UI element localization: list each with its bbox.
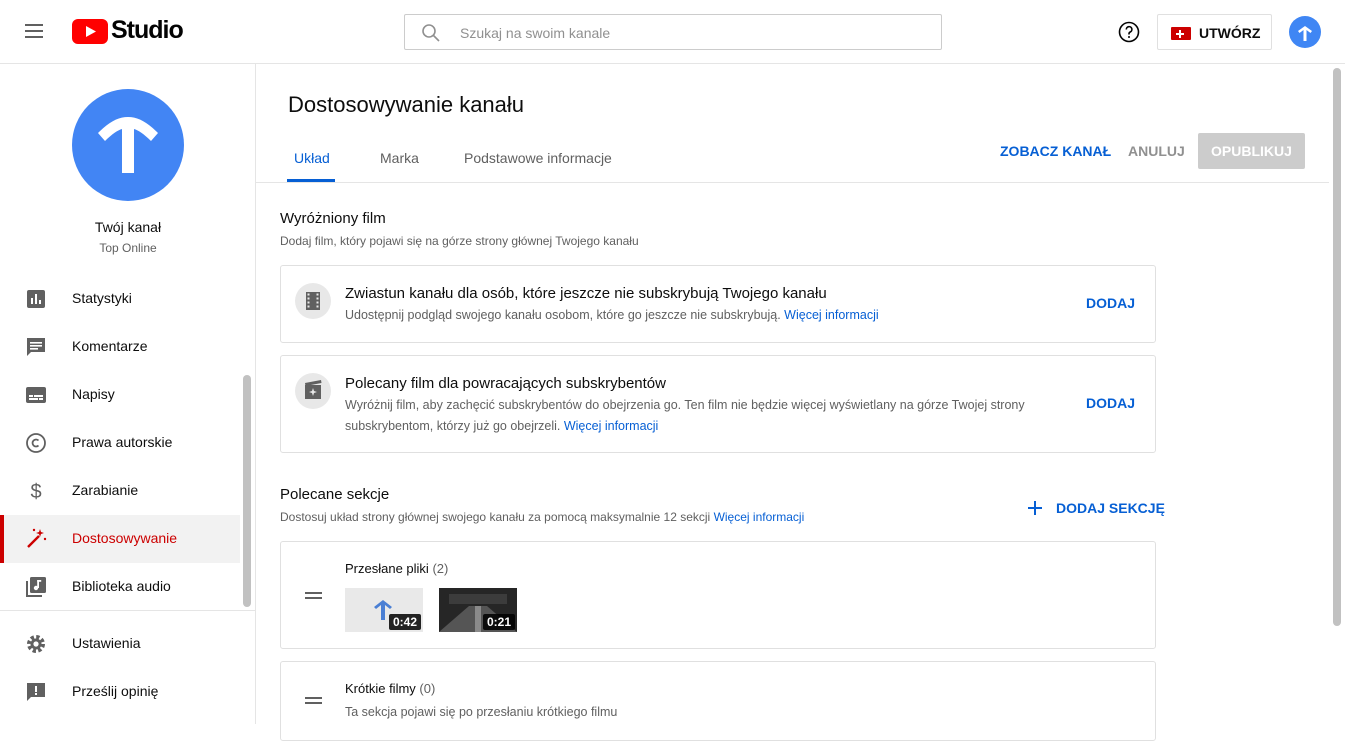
- add-section-label: DODAJ SEKCJĘ: [1056, 500, 1165, 516]
- featured-video-desc-line2-wrap: subskrybentom, którzy już go obejrzeli. …: [345, 416, 1025, 437]
- sidebar-item-label: Napisy: [72, 386, 115, 402]
- section-card-shorts: Krótkie filmy (0) Ta sekcja pojawi się p…: [280, 661, 1156, 741]
- featured-video-card: Polecany film dla powracających subskryb…: [280, 355, 1156, 453]
- create-video-icon: [1171, 27, 1191, 40]
- sidebar-item-dostosowywanie[interactable]: Dostosowywanie: [0, 515, 240, 563]
- sidebar-item-label: Statystyki: [72, 290, 132, 306]
- page-title: Dostosowywanie kanału: [288, 92, 525, 117]
- search-icon: [422, 24, 440, 42]
- sidebar-item-biblioteka-audio[interactable]: Biblioteka audio: [0, 563, 240, 611]
- featured-sections-title: Polecane sekcje: [280, 486, 390, 503]
- tab-podstawowe-informacje[interactable]: Podstawowe informacje: [464, 150, 612, 166]
- subtitles-icon: [26, 387, 46, 403]
- featured-video-icon: [295, 373, 331, 409]
- trailer-learn-more-link[interactable]: Więcej informacji: [784, 308, 878, 322]
- youtube-logo-icon[interactable]: [72, 19, 108, 44]
- sidebar-item-prawa-autorskie[interactable]: Prawa autorskie: [0, 419, 240, 467]
- drag-handle-icon[interactable]: [305, 592, 322, 599]
- section-uploads-count: (2): [432, 561, 449, 576]
- sidebar-divider: [0, 610, 256, 611]
- featured-video-add-button[interactable]: DODAJ: [1086, 395, 1135, 411]
- bar-chart-icon: [27, 290, 45, 308]
- copyright-icon: [26, 433, 46, 453]
- top-header: Studio UTWÓRZ: [0, 0, 1345, 64]
- create-button[interactable]: UTWÓRZ: [1157, 14, 1272, 50]
- sidebar-item-label: Ustawienia: [72, 635, 141, 651]
- channel-trailer-card: Zwiastun kanału dla osób, które jeszcze …: [280, 265, 1156, 343]
- featured-video-title-text: Polecany film dla powracających subskryb…: [345, 375, 666, 392]
- sidebar-item-label: Dostosowywanie: [72, 530, 178, 546]
- section-shorts-note: Ta sekcja pojawi się po przesłaniu krótk…: [345, 705, 618, 719]
- help-icon[interactable]: [1117, 20, 1141, 44]
- section-shorts-name: Krótkie filmy: [345, 681, 416, 696]
- audio-library-icon: [26, 577, 46, 597]
- sidebar-item-zarabianie[interactable]: $ Zarabianie: [0, 467, 240, 515]
- channel-logo-icon: [98, 117, 158, 173]
- featured-video-desc-text: Wyróżnij film, aby zachęcić subskrybentó…: [345, 395, 1025, 437]
- sidebar-item-komentarze[interactable]: Komentarze: [0, 323, 240, 371]
- account-avatar[interactable]: [1289, 16, 1321, 48]
- sidebar-item-label: Zarabianie: [72, 482, 139, 498]
- drag-handle-icon[interactable]: [305, 697, 322, 704]
- tab-uklad[interactable]: Układ: [294, 150, 330, 166]
- channel-subtitle: Top Online: [99, 241, 157, 255]
- create-button-label: UTWÓRZ: [1199, 25, 1261, 41]
- sidebar-scrollbar[interactable]: [243, 375, 251, 607]
- sidebar-item-label: Prawa autorskie: [72, 434, 173, 450]
- svg-text:$: $: [30, 481, 41, 503]
- video-thumbnail[interactable]: 0:21: [439, 588, 517, 632]
- sidebar-item-statystyki[interactable]: Statystyki: [0, 275, 240, 323]
- channel-avatar[interactable]: [72, 89, 184, 201]
- featured-video-learn-more-link[interactable]: Więcej informacji: [564, 419, 658, 433]
- menu-icon[interactable]: [24, 24, 46, 40]
- plus-icon: [1028, 501, 1042, 515]
- film-strip-icon: [295, 283, 331, 319]
- featured-sections-learn-more-link[interactable]: Więcej informacji: [714, 510, 805, 524]
- main-scrollbar[interactable]: [1333, 68, 1341, 626]
- feedback-icon: [27, 683, 45, 701]
- sidebar: Twój kanał Top Online Statystyki Komenta…: [0, 64, 256, 724]
- sidebar-item-label: Biblioteka audio: [72, 578, 171, 594]
- featured-video-desc: Dodaj film, który pojawi się na górze st…: [280, 234, 639, 248]
- sidebar-item-przeslij-opinie[interactable]: Prześlij opinię: [0, 668, 240, 716]
- section-shorts-heading: Krótkie filmy (0): [345, 681, 435, 696]
- section-uploads-heading: Przesłane pliki (2): [345, 561, 448, 576]
- gear-icon: [27, 635, 45, 653]
- sidebar-item-label: Prześlij opinię: [72, 683, 159, 699]
- comment-icon: [27, 338, 45, 356]
- trailer-add-button[interactable]: DODAJ: [1086, 295, 1135, 311]
- cancel-button[interactable]: ANULUJ: [1128, 143, 1185, 159]
- view-channel-button[interactable]: ZOBACZ KANAŁ: [1000, 143, 1111, 159]
- section-shorts-count: (0): [419, 681, 436, 696]
- sidebar-item-napisy[interactable]: Napisy: [0, 371, 240, 419]
- featured-video-desc-line2: subskrybentom, którzy już go obejrzeli.: [345, 419, 561, 433]
- tab-marka[interactable]: Marka: [380, 150, 419, 166]
- trailer-desc-text: Udostępnij podgląd swojego kanału osobom…: [345, 308, 781, 322]
- sidebar-item-ustawienia[interactable]: Ustawienia: [0, 620, 240, 668]
- trailer-title: Zwiastun kanału dla osób, które jeszcze …: [345, 285, 827, 302]
- video-thumbnail[interactable]: 0:42: [345, 588, 423, 632]
- featured-sections-desc-text: Dostosuj układ strony głównej swojego ka…: [280, 510, 711, 524]
- video-duration: 0:21: [482, 614, 515, 630]
- featured-video-desc-line1: Wyróżnij film, aby zachęcić subskrybentó…: [345, 398, 1025, 412]
- channel-name[interactable]: Twój kanał: [0, 219, 256, 235]
- account-logo-icon: [1298, 26, 1312, 41]
- tabs-divider: [256, 182, 1329, 183]
- video-duration: 0:42: [388, 614, 421, 630]
- section-uploads-name: Przesłane pliki: [345, 561, 429, 576]
- search-box[interactable]: [404, 14, 942, 50]
- featured-sections-desc: Dostosuj układ strony głównej swojego ka…: [280, 510, 804, 524]
- magic-wand-icon: [27, 528, 47, 548]
- dollar-icon: $: [30, 481, 41, 503]
- sidebar-item-label: Komentarze: [72, 338, 148, 354]
- section-card-uploads: Przesłane pliki (2) 0:42 0:21: [280, 541, 1156, 649]
- publish-button[interactable]: OPUBLIKUJ: [1198, 133, 1305, 169]
- trailer-desc: Udostępnij podgląd swojego kanału osobom…: [345, 305, 879, 326]
- featured-video-title: Wyróżniony film: [280, 210, 386, 227]
- studio-logo-text[interactable]: Studio: [111, 16, 184, 45]
- search-input[interactable]: [460, 23, 920, 43]
